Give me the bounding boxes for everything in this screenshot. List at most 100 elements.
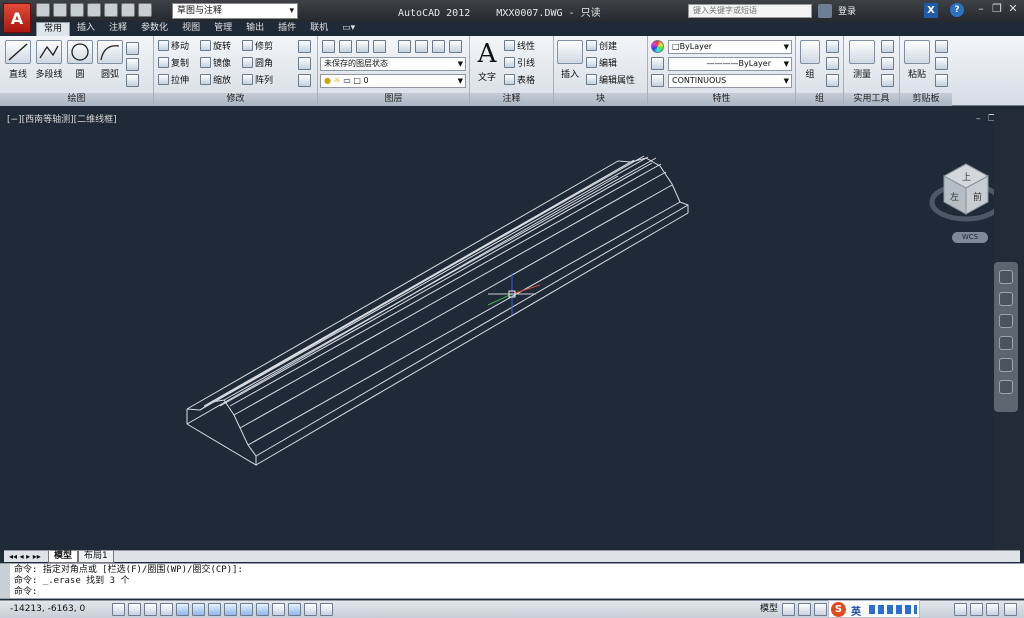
ortho-mode-icon[interactable] bbox=[160, 603, 173, 616]
tab-model[interactable]: 模型 bbox=[48, 551, 79, 563]
clean-screen-icon[interactable] bbox=[1004, 603, 1017, 616]
copy-button[interactable]: 复制 bbox=[158, 57, 189, 71]
annotation-scale-icon[interactable] bbox=[814, 603, 827, 616]
object-snap-tracking-icon[interactable] bbox=[224, 603, 237, 616]
tab-2[interactable]: 注释 bbox=[102, 22, 134, 36]
calculator-icon[interactable] bbox=[881, 74, 894, 87]
help-button[interactable]: ? bbox=[950, 3, 964, 17]
quick-select-icon[interactable] bbox=[881, 40, 894, 53]
layer-match-icon[interactable] bbox=[432, 40, 445, 53]
panel-layers-title[interactable]: 图层 bbox=[318, 93, 469, 106]
tab-3[interactable]: 参数化 bbox=[134, 22, 175, 36]
layer-icon[interactable] bbox=[339, 40, 352, 53]
ungroup-icon[interactable] bbox=[826, 40, 839, 53]
command-line-grip[interactable] bbox=[0, 564, 10, 598]
tab-5[interactable]: 管理 bbox=[207, 22, 239, 36]
snap-mode-icon[interactable] bbox=[128, 603, 141, 616]
id-point-icon[interactable] bbox=[881, 57, 894, 70]
layer-freeze-icon[interactable] bbox=[398, 40, 411, 53]
model-space-label[interactable]: 模型 bbox=[760, 603, 778, 616]
erase-icon[interactable] bbox=[298, 40, 311, 53]
layer-iso-icon[interactable] bbox=[356, 40, 369, 53]
print-icon[interactable] bbox=[104, 3, 118, 17]
layer-properties-icon[interactable] bbox=[322, 40, 335, 53]
tab-0[interactable]: 常用 bbox=[36, 22, 71, 36]
layer-select[interactable]: ● ☼ ▭ □ 0 ▼ bbox=[320, 74, 466, 88]
isolate-objects-icon[interactable] bbox=[986, 603, 999, 616]
panel-modify-title[interactable]: 修改 bbox=[154, 93, 317, 106]
drawing-viewport[interactable]: [−][西南等轴测][二维线框] – ❐ ✕ bbox=[4, 110, 1008, 550]
quick-view-layouts-icon[interactable] bbox=[782, 603, 795, 616]
array-button[interactable]: 阵列 bbox=[242, 74, 273, 88]
ime-language-label[interactable]: 英 bbox=[851, 603, 861, 618]
login-button[interactable]: 登录 bbox=[838, 4, 856, 17]
explode-icon[interactable] bbox=[298, 57, 311, 70]
zoom-icon[interactable] bbox=[999, 314, 1013, 328]
cut-icon[interactable] bbox=[935, 40, 948, 53]
layer-off-icon[interactable] bbox=[373, 40, 386, 53]
communication-icon[interactable] bbox=[818, 4, 832, 18]
panel-clipboard-title[interactable]: 剪贴板 bbox=[900, 93, 952, 106]
lineweight-select[interactable]: CONTINUOUS ▼ bbox=[668, 74, 792, 88]
panel-utilities-title[interactable]: 实用工具 bbox=[844, 93, 899, 106]
tab-7[interactable]: 插件 bbox=[271, 22, 303, 36]
hatch-icon[interactable] bbox=[126, 74, 139, 87]
panel-block-title[interactable]: 块 bbox=[554, 93, 647, 106]
group-button[interactable]: 组 bbox=[799, 40, 821, 80]
layer-lock-icon[interactable] bbox=[415, 40, 428, 53]
edit-attributes-button[interactable]: 编辑属性 bbox=[586, 74, 635, 88]
3d-object-snap-icon[interactable] bbox=[208, 603, 221, 616]
showmotion-icon[interactable] bbox=[999, 358, 1013, 372]
infer-constraints-icon[interactable] bbox=[112, 603, 125, 616]
fillet-button[interactable]: 圆角 bbox=[242, 57, 273, 71]
dynamic-ucs-icon[interactable] bbox=[240, 603, 253, 616]
panel-annotation-title[interactable]: 注释 bbox=[470, 93, 553, 106]
tab-1[interactable]: 插入 bbox=[70, 22, 102, 36]
scale-button[interactable]: 缩放 bbox=[200, 74, 231, 88]
ellipse-icon[interactable] bbox=[126, 58, 139, 71]
stretch-button[interactable]: 拉伸 bbox=[158, 74, 189, 88]
search-input[interactable]: 键入关键字或短语 bbox=[688, 4, 812, 18]
application-menu-button[interactable]: A bbox=[3, 3, 31, 33]
close-icon[interactable]: ✕ bbox=[1006, 3, 1020, 17]
panel-properties-title[interactable]: 特性 bbox=[648, 93, 795, 106]
tab-4[interactable]: 视图 bbox=[175, 22, 207, 36]
edit-block-button[interactable]: 编辑 bbox=[586, 57, 617, 71]
transparency-icon[interactable] bbox=[288, 603, 301, 616]
tab-layout1[interactable]: 布局1 bbox=[78, 551, 114, 563]
color-select[interactable]: □ByLayer ▼ bbox=[668, 40, 792, 54]
exchange-button[interactable]: X bbox=[924, 3, 938, 18]
workspace-select[interactable]: 草图与注释 ▾ bbox=[172, 3, 298, 19]
minimize-icon[interactable]: – bbox=[974, 3, 988, 17]
tab-overflow-icon[interactable]: ▭▾ bbox=[335, 22, 362, 36]
rectangle-icon[interactable] bbox=[126, 42, 139, 55]
group-select-icon[interactable] bbox=[826, 74, 839, 87]
offset-icon[interactable] bbox=[298, 74, 311, 87]
ime-tools-icons[interactable] bbox=[869, 605, 917, 614]
layer-state-select[interactable]: 未保存的图层状态 ▼ bbox=[320, 57, 466, 71]
leader-button[interactable]: 引线 bbox=[504, 57, 535, 71]
sogou-ime-icon[interactable]: S bbox=[831, 602, 846, 617]
wcs-menu[interactable]: WCS bbox=[952, 232, 988, 243]
copy-clip-icon[interactable] bbox=[935, 57, 948, 70]
object-snap-icon[interactable] bbox=[192, 603, 205, 616]
save-icon[interactable] bbox=[70, 3, 84, 17]
save-as-icon[interactable] bbox=[87, 3, 101, 17]
restore-icon[interactable]: ❐ bbox=[990, 3, 1004, 17]
measure-button[interactable]: 测量 bbox=[847, 40, 877, 80]
match-properties-icon[interactable] bbox=[935, 74, 948, 87]
polyline-button[interactable]: 多段线 bbox=[34, 40, 64, 80]
viewcube[interactable]: 上 左 前 bbox=[928, 158, 1004, 234]
quick-view-drawings-icon[interactable] bbox=[798, 603, 811, 616]
cursor-coordinates[interactable]: -14213, -6163, 0 bbox=[10, 604, 85, 614]
linetype-icon[interactable] bbox=[651, 57, 664, 70]
selection-cycling-icon[interactable] bbox=[320, 603, 333, 616]
command-line[interactable]: 命令: 指定对角点或 [栏选(F)/圈围(WP)/圈交(CP)]: 命令: _.… bbox=[0, 563, 1024, 599]
circle-button[interactable]: 圆 bbox=[66, 40, 94, 80]
steering-wheel-icon[interactable] bbox=[999, 270, 1013, 284]
line-button[interactable]: 直线 bbox=[4, 40, 32, 80]
linear-button[interactable]: 线性 bbox=[504, 40, 535, 54]
mirror-button[interactable]: 镜像 bbox=[200, 57, 231, 71]
command-prompt[interactable]: 命令: bbox=[14, 587, 37, 598]
layer-prev-icon[interactable] bbox=[449, 40, 462, 53]
